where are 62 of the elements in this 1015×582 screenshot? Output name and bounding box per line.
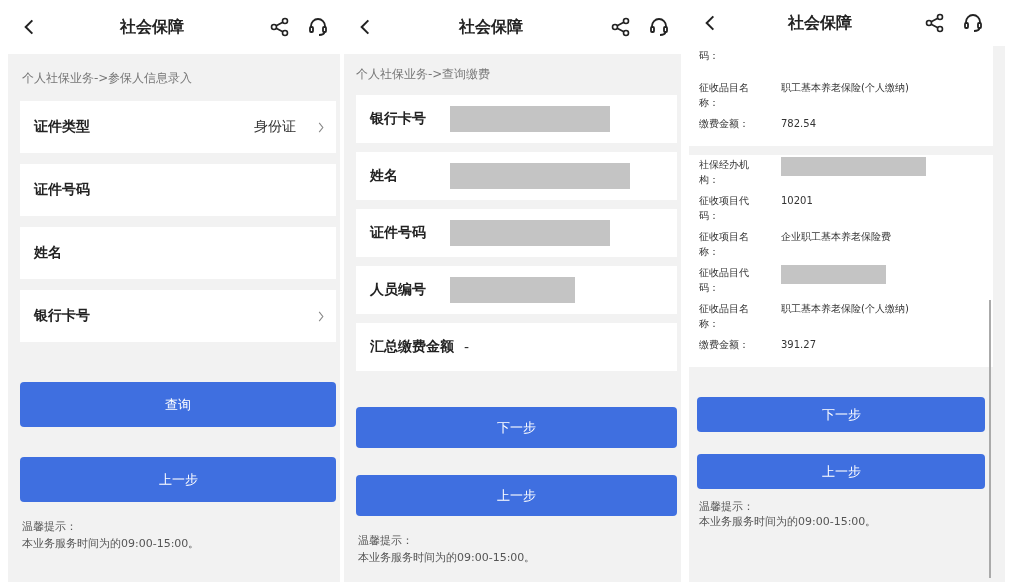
tip-text: 本业务服务时间为的09:00-15:00。 xyxy=(22,536,201,552)
back-icon[interactable] xyxy=(705,15,715,31)
record-label: 缴费金额： xyxy=(699,117,750,131)
form-row[interactable]: 证件号码 xyxy=(356,209,677,257)
step-button[interactable]: 下一步 xyxy=(697,397,985,432)
record-label: 社保经办机构： xyxy=(699,158,750,187)
record-label: 征收品目名称： xyxy=(699,81,750,110)
page-title: 社会保障 xyxy=(787,12,853,34)
form-row[interactable]: 汇总缴费金额 - xyxy=(356,323,677,371)
field-label: 人员编号 xyxy=(370,281,427,299)
field-label: 银行卡号 xyxy=(370,110,427,128)
form-row[interactable]: 姓名 xyxy=(356,152,677,200)
share-icon[interactable] xyxy=(270,17,290,37)
record-label: 征收品目名称： xyxy=(699,302,750,331)
tip-text: 本业务服务时间为的09:00-15:00。 xyxy=(699,514,878,529)
tip-text: 本业务服务时间为的09:00-15:00。 xyxy=(358,550,537,566)
form-row[interactable]: 证件号码 xyxy=(20,164,336,216)
headset-icon[interactable] xyxy=(308,17,328,37)
record-value: 10201 xyxy=(781,194,813,208)
breadcrumb: 个人社保业务->参保人信息录入 xyxy=(21,70,194,87)
headset-icon[interactable] xyxy=(963,13,983,33)
step-button[interactable]: 查询 xyxy=(20,382,336,427)
record-label: 缴费金额： xyxy=(699,338,750,352)
tip-title: 温馨提示： xyxy=(22,519,78,535)
back-icon[interactable] xyxy=(24,19,34,35)
page-title: 社会保障 xyxy=(119,16,185,38)
form-row[interactable]: 银行卡号 xyxy=(356,95,677,143)
breadcrumb: 个人社保业务->查询缴费 xyxy=(356,66,492,83)
record-label: 征收品目代码： xyxy=(699,266,750,295)
record-label: 征收项目代码： xyxy=(699,194,750,223)
form-row[interactable]: 证件类型 身份证 xyxy=(20,101,336,153)
form-row[interactable]: 姓名 xyxy=(20,227,336,279)
headset-icon[interactable] xyxy=(649,17,669,37)
field-value: 身份证 xyxy=(254,118,296,136)
record-value: 391.27 xyxy=(781,338,816,352)
tip-title: 温馨提示： xyxy=(699,499,755,514)
tip-title: 温馨提示： xyxy=(358,533,414,549)
share-icon[interactable] xyxy=(611,17,631,37)
scrollbar[interactable] xyxy=(989,300,991,578)
field-label: 姓名 xyxy=(34,244,63,262)
page-title: 社会保障 xyxy=(457,16,524,38)
record-label: 征收项目名称： xyxy=(699,230,750,259)
record-value: 职工基本养老保险(个人缴纳) xyxy=(781,81,909,95)
field-label: 证件号码 xyxy=(370,224,427,242)
record-value: 782.54 xyxy=(781,117,816,131)
record-label: 码： xyxy=(699,49,720,63)
field-label: 姓名 xyxy=(370,167,399,185)
field-label: 汇总缴费金额 xyxy=(370,338,454,356)
form-row[interactable]: 人员编号 xyxy=(356,266,677,314)
form-row[interactable]: 银行卡号 xyxy=(20,290,336,342)
field-label: 银行卡号 xyxy=(34,307,91,325)
step-button[interactable]: 下一步 xyxy=(356,407,677,448)
share-icon[interactable] xyxy=(925,13,945,33)
back-icon[interactable] xyxy=(360,19,370,35)
field-value: - xyxy=(464,339,470,355)
step-button[interactable]: 上一步 xyxy=(356,475,677,516)
step-button[interactable]: 上一步 xyxy=(697,454,985,489)
field-label: 证件号码 xyxy=(34,181,91,199)
record-value: 企业职工基本养老保险费 xyxy=(781,230,891,244)
field-label: 证件类型 xyxy=(34,118,91,136)
record-value: 职工基本养老保险(个人缴纳) xyxy=(781,302,909,316)
step-button[interactable]: 上一步 xyxy=(20,457,336,502)
